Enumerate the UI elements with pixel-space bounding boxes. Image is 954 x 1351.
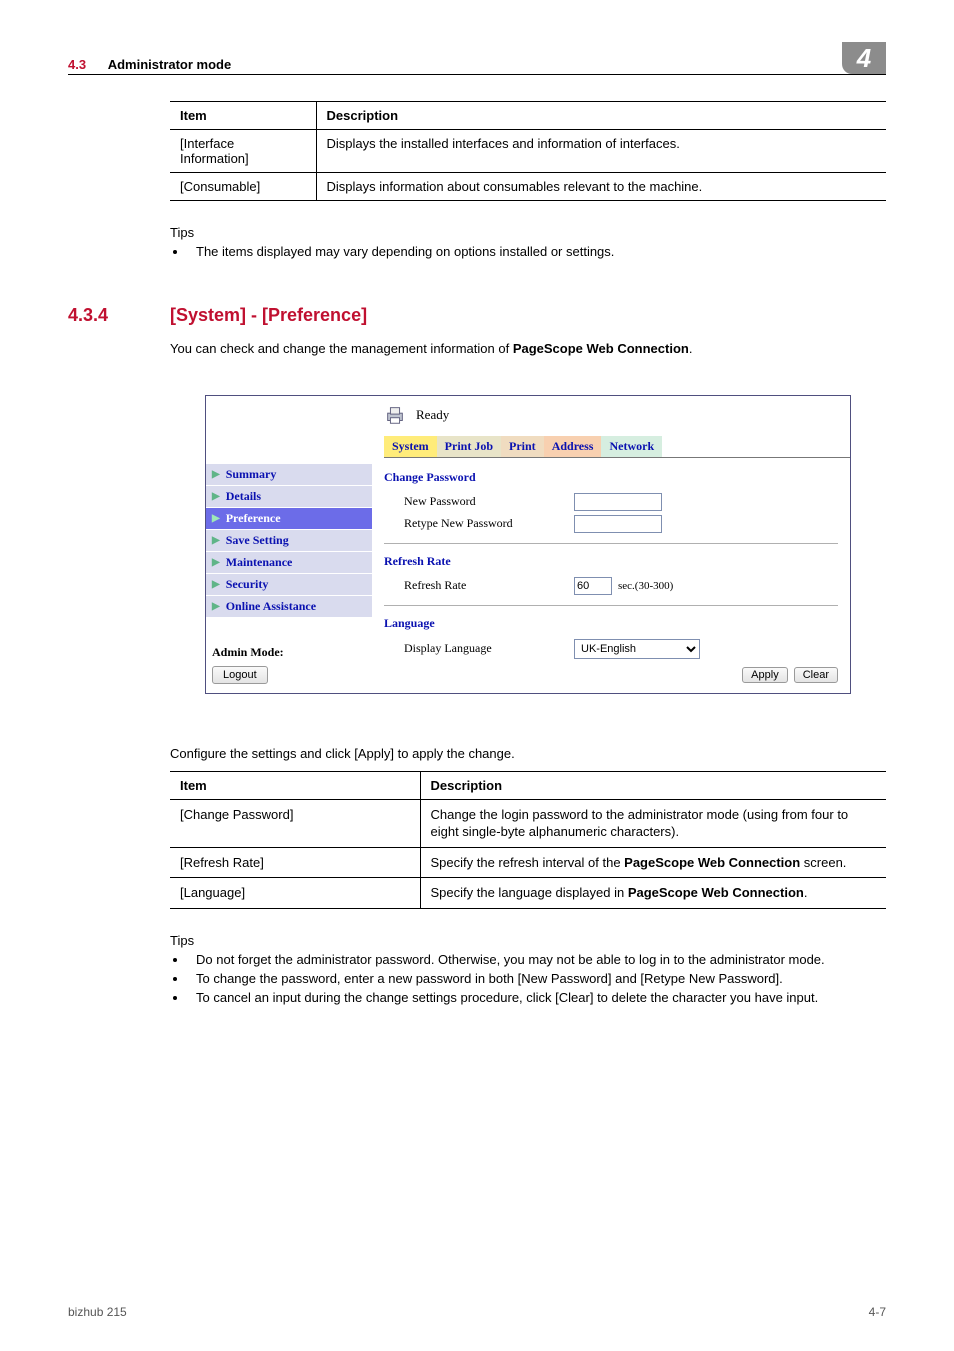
table1-header-desc: Description (316, 102, 886, 130)
status-bar: Ready (206, 396, 850, 436)
sidebar-item-label: Maintenance (226, 555, 293, 570)
chevron-right-icon: ▶ (212, 513, 220, 524)
sidebar-item-label: Online Assistance (226, 599, 316, 614)
table-row: [Consumable] Displays information about … (170, 173, 886, 201)
group-language-title: Language (384, 616, 838, 631)
header-left: 4.3 Administrator mode (68, 57, 231, 72)
subsection-heading: 4.3.4 [System] - [Preference] (170, 305, 886, 326)
button-row: Apply Clear (384, 667, 838, 683)
display-language-label: Display Language (384, 641, 574, 656)
sidebar-item-label: Save Setting (226, 533, 289, 548)
tips-label: Tips (170, 933, 886, 948)
admin-mode-label: Admin Mode: (212, 645, 372, 660)
retype-password-label: Retype New Password (384, 516, 574, 531)
sidebar-item-label: Security (226, 577, 269, 592)
tips-item: To change the password, enter a new pass… (188, 971, 886, 986)
subsection-number: 4.3.4 (68, 305, 170, 326)
row-retype-password: Retype New Password (384, 515, 838, 533)
tab-system[interactable]: System (384, 436, 437, 457)
table-row: [Change Password] Change the login passw… (170, 799, 886, 847)
tips-list: Do not forget the administrator password… (170, 952, 886, 1005)
sidebar-item-online-assistance[interactable]: ▶ Online Assistance (206, 596, 372, 617)
preference-screenshot: Ready System Print Job Print Address Net… (205, 395, 851, 694)
row-language: Display Language UK-English (384, 639, 838, 659)
chevron-right-icon: ▶ (212, 535, 220, 546)
sidebar-item-preference[interactable]: ▶ Preference (206, 508, 372, 529)
status-text: Ready (416, 407, 449, 423)
tips-label: Tips (170, 225, 886, 240)
table-row: [Refresh Rate] Specify the refresh inter… (170, 847, 886, 878)
tab-network[interactable]: Network (601, 436, 662, 457)
intro-text: You can check and change the management … (170, 340, 886, 359)
row-refresh-rate: Refresh Rate sec.(30-300) (384, 577, 838, 595)
sidebar-item-save-setting[interactable]: ▶ Save Setting (206, 530, 372, 551)
tips-item: Do not forget the administrator password… (188, 952, 886, 967)
settings-table: Item Description [Change Password] Chang… (170, 771, 886, 909)
sidebar-item-label: Preference (226, 511, 281, 526)
chevron-right-icon: ▶ (212, 491, 220, 502)
refresh-rate-unit: sec.(30-300) (618, 580, 673, 592)
row-new-password: New Password (384, 493, 838, 511)
table2-header-item: Item (170, 771, 420, 799)
page-footer: bizhub 215 4-7 (68, 1305, 886, 1319)
chevron-right-icon: ▶ (212, 579, 220, 590)
footer-left: bizhub 215 (68, 1305, 127, 1319)
apply-button[interactable]: Apply (742, 667, 788, 683)
sidebar: ▶ Summary ▶ Details ▶ Preference ▶ Save Sett… (206, 458, 372, 693)
section-title: Administrator mode (108, 57, 232, 72)
chevron-right-icon: ▶ (212, 601, 220, 612)
page-header: 4.3 Administrator mode 4 (68, 42, 886, 75)
divider (384, 605, 838, 606)
chapter-badge: 4 (842, 42, 886, 74)
sidebar-item-security[interactable]: ▶ Security (206, 574, 372, 595)
sidebar-item-maintenance[interactable]: ▶ Maintenance (206, 552, 372, 573)
interface-table: Item Description [Interface Information]… (170, 101, 886, 201)
tips-list: The items displayed may vary depending o… (170, 244, 886, 259)
tips-item: To cancel an input during the change set… (188, 990, 886, 1005)
sidebar-item-label: Details (226, 489, 261, 504)
refresh-rate-label: Refresh Rate (384, 578, 574, 593)
subsection-title: [System] - [Preference] (170, 305, 367, 326)
refresh-rate-input[interactable] (574, 577, 612, 595)
table-row: [Language] Specify the language displaye… (170, 878, 886, 909)
tab-address[interactable]: Address (544, 436, 602, 457)
footer-right: 4-7 (869, 1305, 886, 1319)
table-row: [Interface Information] Displays the ins… (170, 130, 886, 173)
chevron-right-icon: ▶ (212, 557, 220, 568)
sidebar-item-details[interactable]: ▶ Details (206, 486, 372, 507)
display-language-select[interactable]: UK-English (574, 639, 700, 659)
new-password-input[interactable] (574, 493, 662, 511)
logout-button[interactable]: Logout (212, 666, 268, 684)
sidebar-item-label: Summary (226, 467, 277, 482)
printer-icon (384, 404, 406, 426)
sidebar-item-summary[interactable]: ▶ Summary (206, 464, 372, 485)
new-password-label: New Password (384, 494, 574, 509)
divider (384, 543, 838, 544)
clear-button[interactable]: Clear (794, 667, 838, 683)
table2-header-desc: Description (420, 771, 886, 799)
tips-item: The items displayed may vary depending o… (188, 244, 886, 259)
tab-bar: System Print Job Print Address Network (384, 436, 850, 458)
retype-password-input[interactable] (574, 515, 662, 533)
group-refresh-rate-title: Refresh Rate (384, 554, 838, 569)
tab-print[interactable]: Print (501, 436, 544, 457)
group-change-password-title: Change Password (384, 470, 838, 485)
config-instruction: Configure the settings and click [Apply]… (170, 746, 886, 761)
table1-header-item: Item (170, 102, 316, 130)
chevron-right-icon: ▶ (212, 469, 220, 480)
tab-print-job[interactable]: Print Job (437, 436, 501, 457)
main-panel: Change Password New Password Retype New … (372, 458, 850, 693)
section-number: 4.3 (68, 57, 86, 72)
